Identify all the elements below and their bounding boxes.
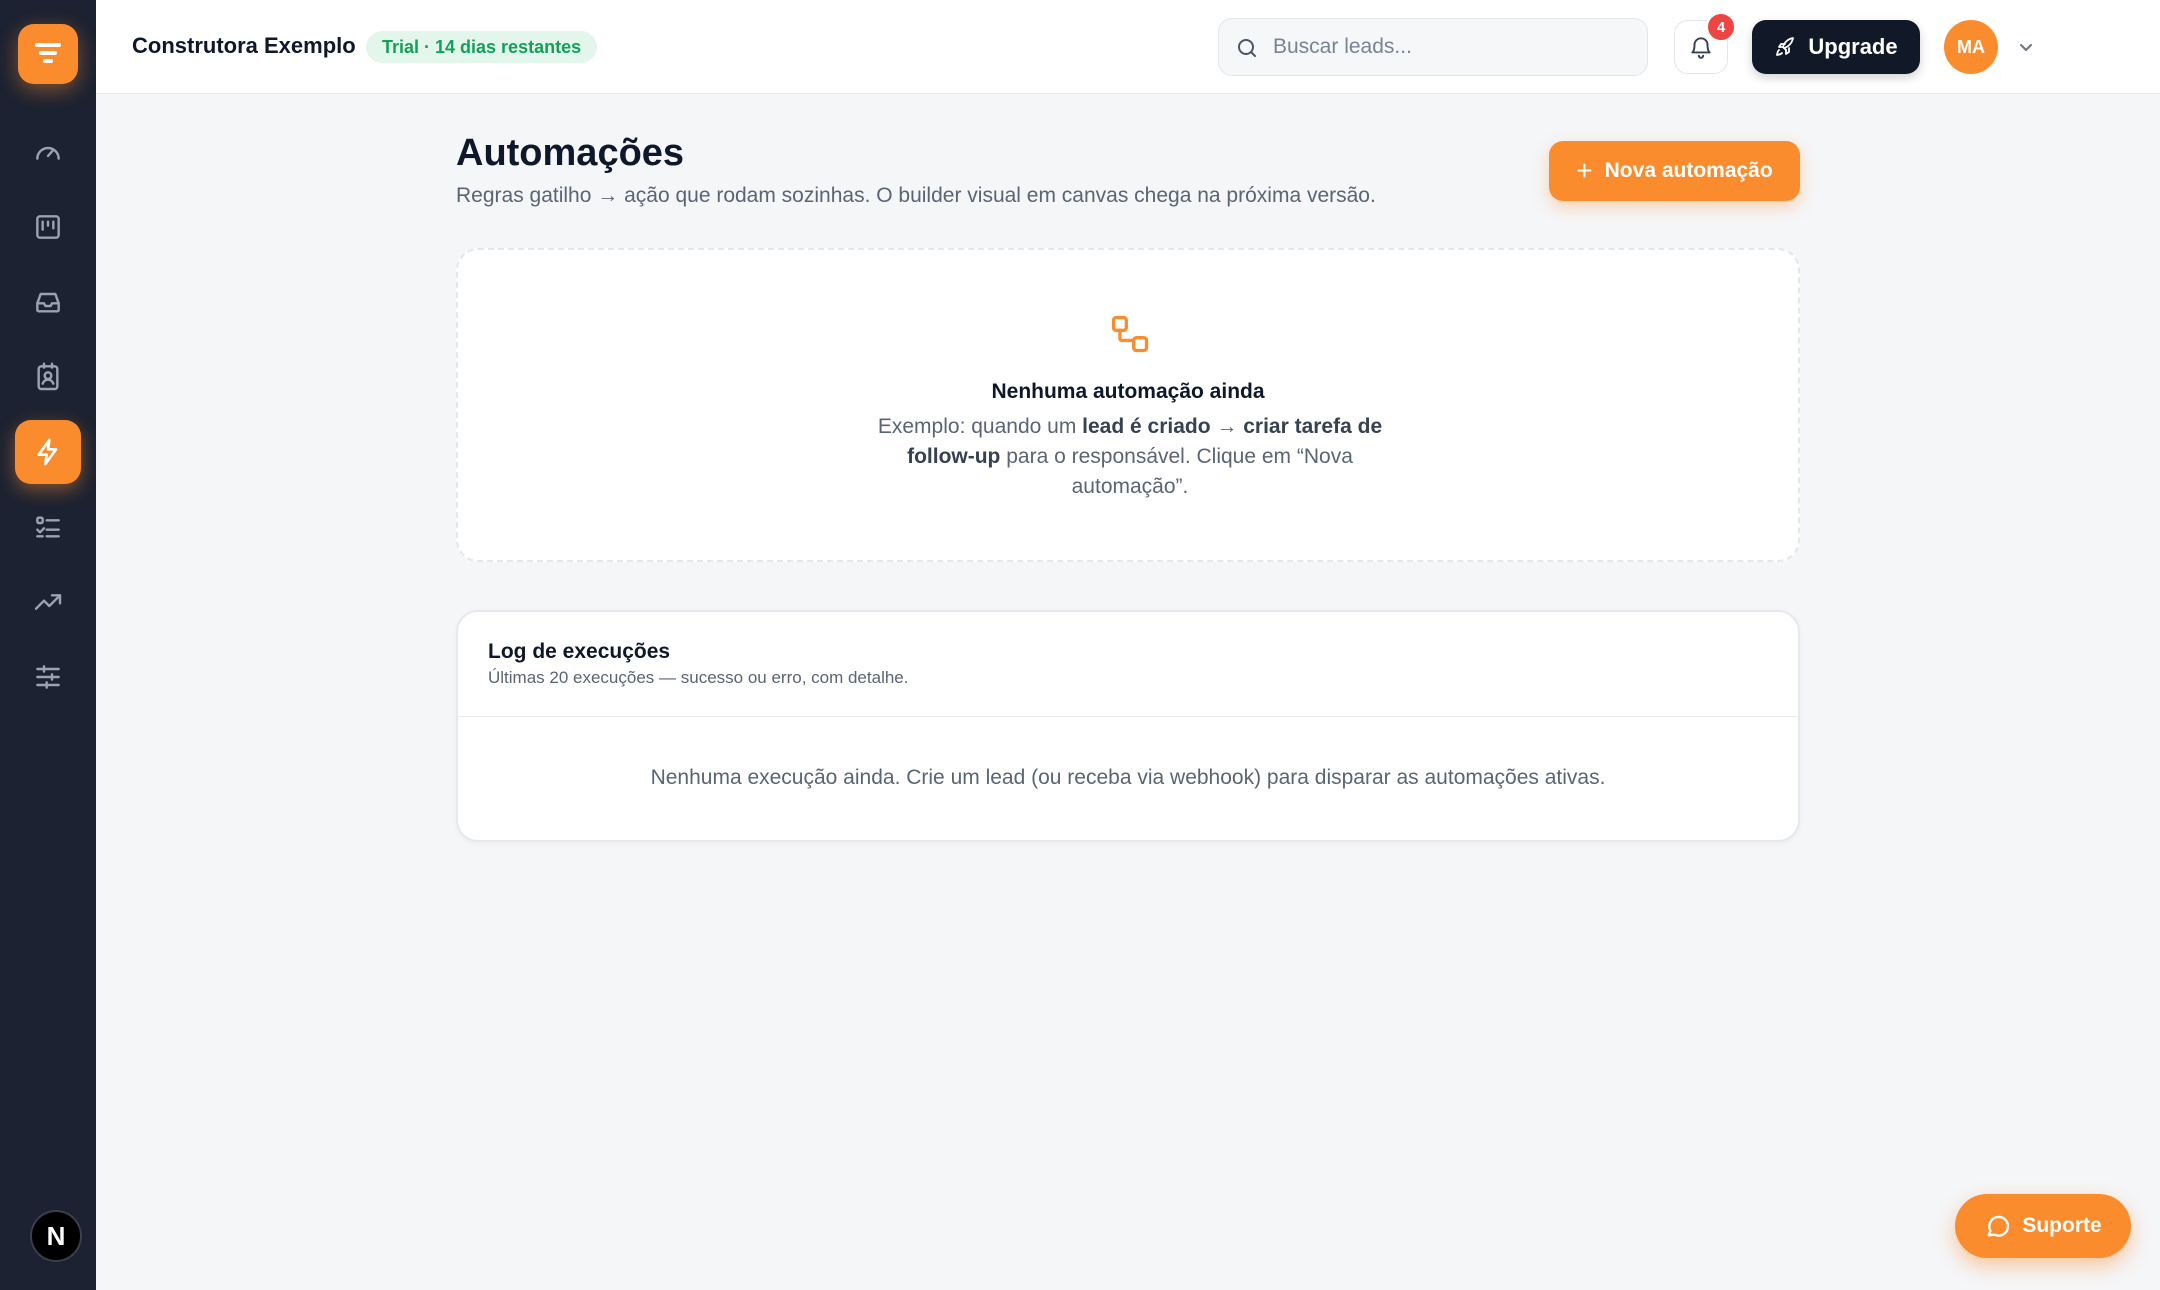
contact-card-icon (37, 362, 59, 391)
sidebar-item-reports[interactable] (15, 570, 81, 634)
trending-up-icon (34, 594, 62, 610)
trial-badge: Trial · 14 dias restantes (366, 31, 598, 63)
notification-count-badge: 4 (1706, 12, 1736, 42)
app-logo[interactable] (18, 24, 78, 84)
sidebar-item-dashboard[interactable] (15, 120, 81, 184)
search-box[interactable] (1218, 18, 1648, 76)
gauge-icon (36, 146, 60, 160)
empty-state-card: Nenhuma automação ainda Exemplo: quando … (456, 248, 1800, 562)
kanban-icon (36, 215, 60, 239)
page-title: Automações (456, 132, 685, 174)
sidebar-item-inbox[interactable] (15, 270, 81, 334)
execution-log-card: Log de execuções Últimas 20 execuções — … (456, 610, 1800, 842)
user-avatar[interactable]: MA (1944, 20, 1998, 74)
sidebar: N (0, 0, 96, 1290)
page-subtitle: Regras gatilho → ação que rodam sozinhas… (456, 184, 1376, 207)
chat-bubble-icon (1987, 1215, 2010, 1237)
new-automation-label: Nova automação (1604, 159, 1773, 182)
sidebar-item-contacts[interactable] (15, 345, 81, 409)
org-name[interactable]: Construtora Exemplo (132, 33, 356, 59)
sidebar-item-tasks[interactable] (15, 495, 81, 559)
empty-state-text: Exemplo: quando um lead é criado → criar… (877, 415, 1383, 498)
divider (458, 716, 1798, 717)
inbox-icon (36, 292, 60, 313)
upgrade-button[interactable]: Upgrade (1752, 20, 1920, 74)
log-subtitle: Últimas 20 execuções — sucesso ou erro, … (488, 668, 909, 687)
sidebar-item-automations[interactable] (15, 420, 81, 484)
support-label: Suporte (2022, 1214, 2102, 1237)
bolt-icon (37, 438, 58, 466)
rocket-icon (1776, 37, 1795, 56)
workflow-icon (1111, 315, 1149, 353)
plus-icon: + (1576, 155, 1593, 186)
empty-state-title: Nenhuma automação ainda (991, 380, 1265, 403)
next-badge[interactable]: N (30, 1210, 82, 1262)
log-empty-text: Nenhuma execução ainda. Crie um lead (ou… (650, 766, 1606, 789)
sidebar-item-settings[interactable] (15, 645, 81, 709)
log-title: Log de execuções (488, 640, 671, 663)
new-automation-button[interactable]: + Nova automação (1549, 141, 1800, 201)
search-input[interactable] (1273, 19, 1633, 75)
list-checks-icon (36, 516, 60, 538)
sidebar-item-kanban[interactable] (15, 195, 81, 259)
support-button[interactable]: Suporte (1955, 1194, 2131, 1258)
sliders-icon (36, 665, 60, 689)
funnel-logo-icon (35, 43, 61, 63)
upgrade-label: Upgrade (1808, 34, 1898, 59)
chevron-down-icon[interactable] (2014, 35, 2038, 59)
search-icon (1238, 39, 1256, 57)
